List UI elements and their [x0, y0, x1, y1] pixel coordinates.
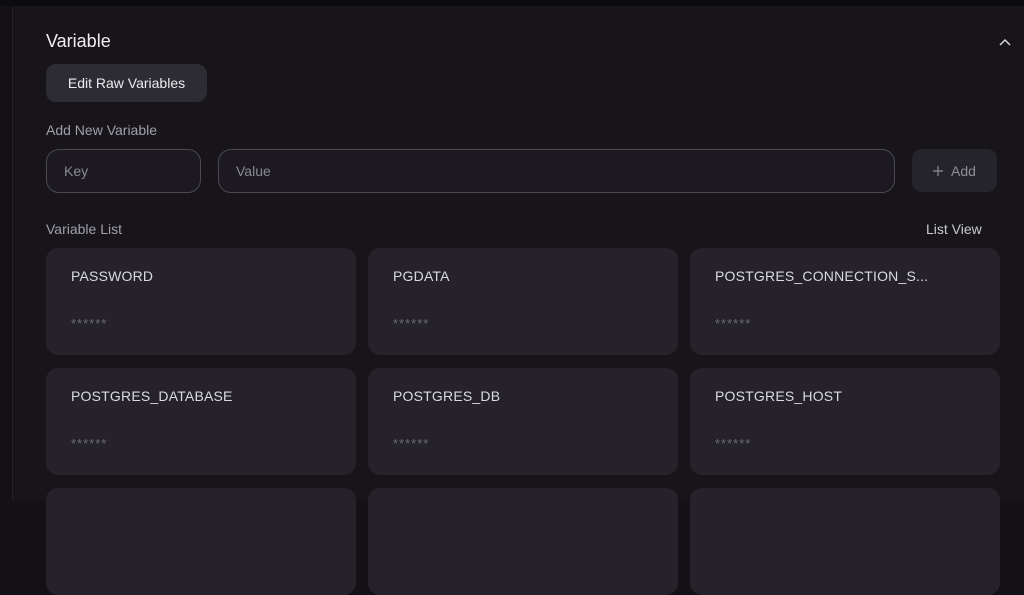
add-button-label: Add — [951, 162, 976, 179]
add-new-variable-label: Add New Variable — [46, 122, 158, 138]
plus-icon — [933, 165, 944, 176]
variable-key: POSTGRES_DB — [393, 388, 501, 404]
variable-key: POSTGRES_HOST — [715, 388, 843, 404]
variable-card[interactable]: POSTGRES_DB ****** — [368, 368, 678, 475]
add-variable-button[interactable]: Add — [912, 149, 997, 192]
variable-card[interactable]: POSTGRES_CONNECTION_S... ****** — [690, 248, 1000, 355]
variable-key: PGDATA — [393, 268, 450, 284]
variable-key: POSTGRES_CONNECTION_S... — [715, 268, 929, 284]
variable-list-label: Variable List — [46, 221, 123, 237]
variable-value: ****** — [393, 316, 430, 331]
key-placeholder: Key — [64, 163, 89, 179]
variable-value: ****** — [715, 316, 752, 331]
value-input[interactable]: Value — [218, 149, 895, 193]
variable-card[interactable]: POSTGRES_HOST ****** — [690, 368, 1000, 475]
value-placeholder: Value — [236, 163, 271, 179]
list-view-toggle[interactable]: List View — [926, 221, 982, 237]
collapse-button[interactable] — [996, 34, 1014, 50]
key-input[interactable]: Key — [46, 149, 201, 193]
variable-value: ****** — [71, 316, 108, 331]
variable-card[interactable]: PASSWORD ****** — [46, 248, 356, 355]
variable-card-partial[interactable] — [46, 488, 356, 595]
chevron-up-icon — [999, 38, 1011, 46]
variable-value: ****** — [71, 436, 108, 451]
variable-card[interactable]: POSTGRES_DATABASE ****** — [46, 368, 356, 475]
variable-card-partial[interactable] — [368, 488, 678, 595]
variable-value: ****** — [715, 436, 752, 451]
section-title: Variable — [46, 31, 111, 51]
variable-value: ****** — [393, 436, 430, 451]
variable-key: PASSWORD — [71, 268, 154, 284]
variable-key: POSTGRES_DATABASE — [71, 388, 233, 404]
variable-card[interactable]: PGDATA ****** — [368, 248, 678, 355]
edit-raw-variables-button[interactable]: Edit Raw Variables — [46, 64, 207, 102]
variable-card-partial[interactable] — [690, 488, 1000, 595]
